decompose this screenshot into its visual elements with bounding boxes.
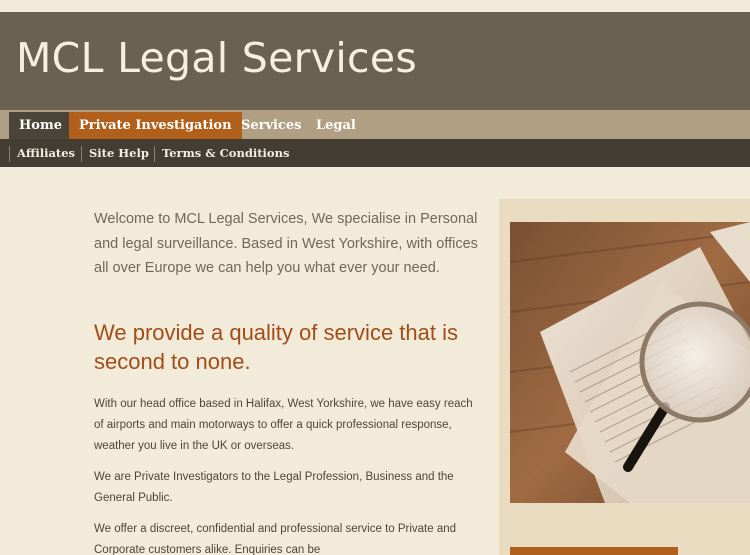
- nav-item-private-investigation[interactable]: Private Investigation: [69, 112, 242, 139]
- subnav-item-affiliates[interactable]: Affiliates: [17, 139, 75, 167]
- site-title: MCL Legal Services: [16, 34, 418, 82]
- subnav-item-site-help[interactable]: Site Help: [89, 139, 149, 167]
- nav-separator: [81, 146, 82, 162]
- body-paragraph: We are Private Investigators to the Lega…: [94, 471, 454, 504]
- nav-item-legal[interactable]: Legal: [306, 112, 366, 139]
- documents-magnifier-photo: [510, 222, 750, 503]
- nav-separator: [9, 146, 10, 162]
- headline: We provide a quality of service that is …: [94, 320, 458, 374]
- primary-nav: Home Private Investigation Services Lega…: [0, 110, 750, 139]
- site-header: MCL Legal Services: [0, 12, 750, 110]
- body-paragraph: We offer a discreet, confidential and pr…: [94, 523, 457, 555]
- secondary-nav: Affiliates Site Help Terms & Conditions: [0, 139, 750, 167]
- nav-item-services[interactable]: Services: [231, 112, 312, 139]
- nav-separator: [154, 146, 155, 162]
- subnav-item-terms[interactable]: Terms & Conditions: [162, 139, 289, 167]
- top-strip: [0, 0, 750, 12]
- body-paragraph: With our head office based in Halifax, W…: [94, 398, 473, 452]
- sidebar-accent-bar: [510, 547, 678, 555]
- intro-text: Welcome to MCL Legal Services, We specia…: [94, 211, 478, 276]
- nav-item-home[interactable]: Home: [9, 112, 72, 139]
